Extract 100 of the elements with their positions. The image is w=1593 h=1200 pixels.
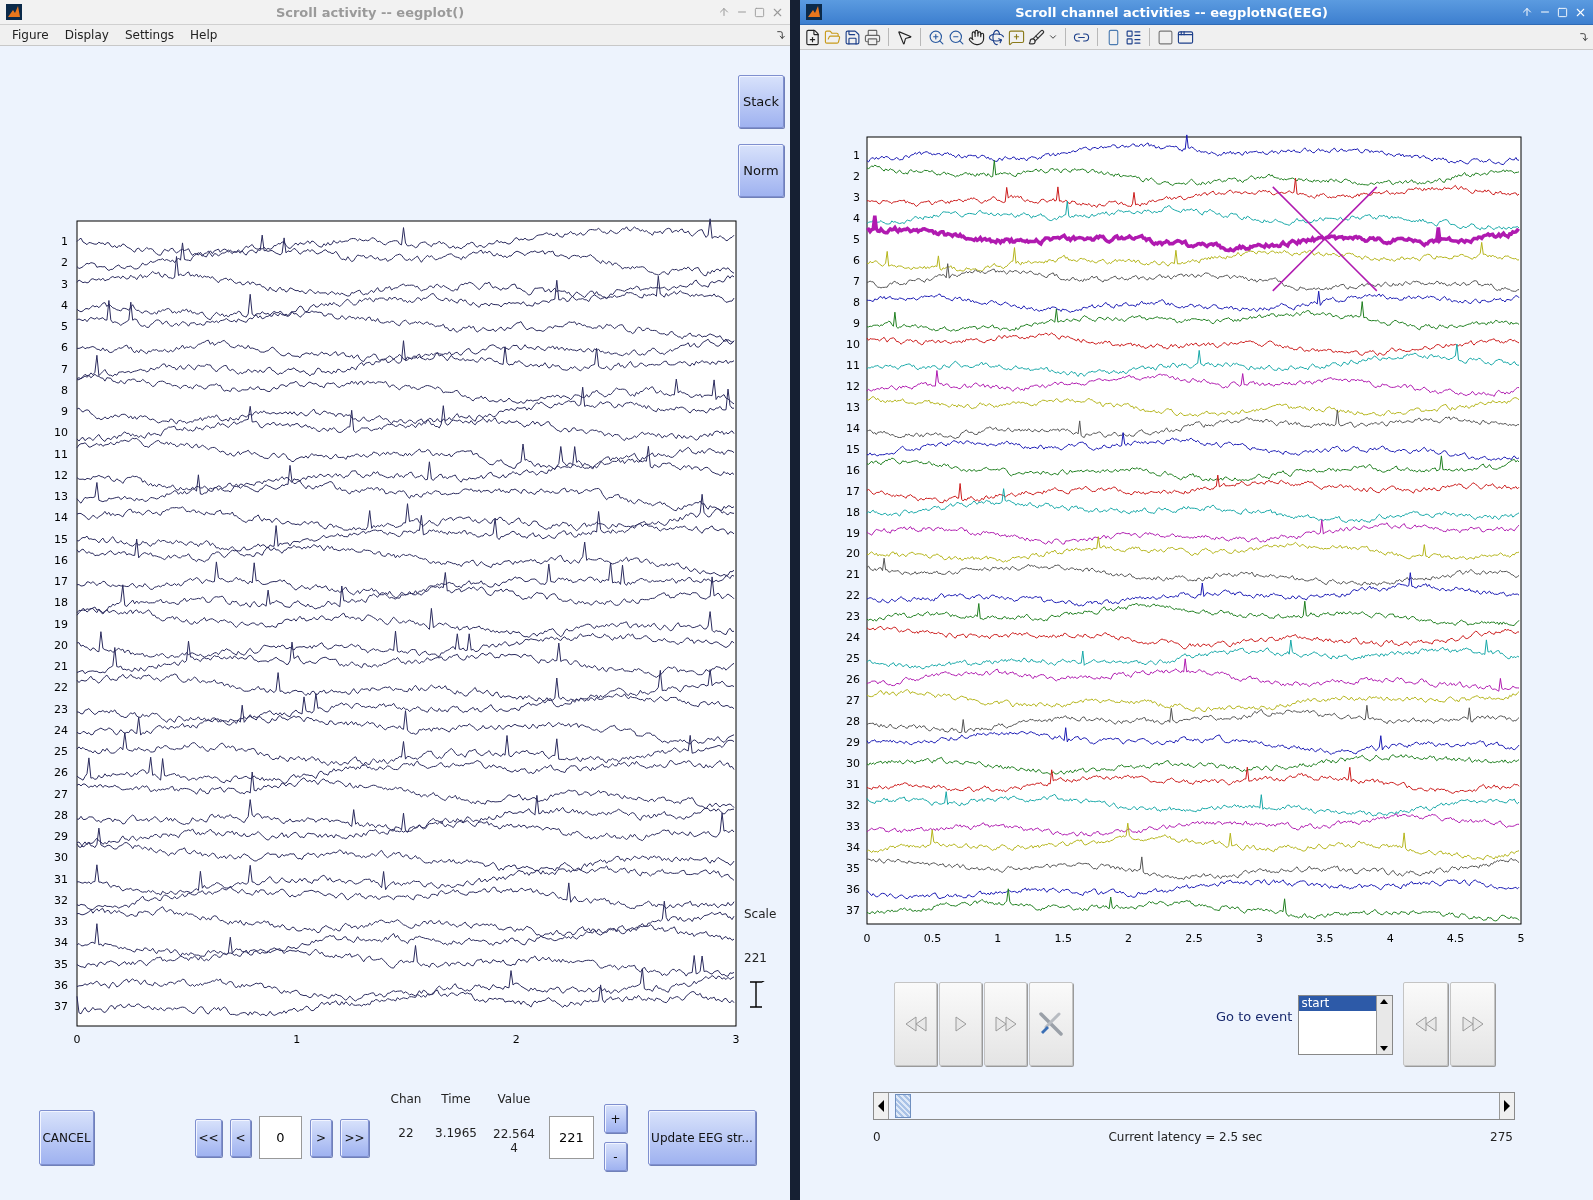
- channel-label: 12: [846, 379, 860, 393]
- printer-icon[interactable]: [864, 28, 881, 46]
- scale-step-button[interactable]: -: [604, 1142, 627, 1171]
- channel-label: 20: [54, 638, 68, 652]
- channel-label: 9: [853, 316, 860, 330]
- menu-item[interactable]: Figure: [4, 28, 57, 42]
- channel-label: 32: [846, 799, 860, 813]
- channel-label: 3: [853, 190, 860, 204]
- channel-label: 30: [54, 851, 68, 865]
- channel-label: 11: [846, 358, 860, 372]
- scale-value: 221: [744, 951, 767, 965]
- right-arrow-icon: [1503, 1099, 1511, 1113]
- event-item[interactable]: start: [1299, 996, 1377, 1011]
- channel-label: 20: [846, 547, 860, 561]
- channel-label: 21: [54, 660, 68, 673]
- channel-label: 15: [846, 442, 860, 456]
- readout-header: Value: [496, 1091, 532, 1106]
- cancel-button[interactable]: CANCEL: [39, 1110, 94, 1165]
- slider-max-label: 275: [1490, 1130, 1513, 1144]
- event-list[interactable]: start: [1298, 995, 1394, 1055]
- forward-button[interactable]: >>: [340, 1118, 369, 1157]
- previous-event-button[interactable]: [1403, 982, 1449, 1066]
- channel-label: 36: [846, 883, 860, 897]
- data-cursor-icon[interactable]: [1008, 28, 1025, 46]
- window-title: Scroll activity -- eegplot(): [274, 4, 466, 20]
- channel-label: 27: [846, 694, 860, 708]
- update-button[interactable]: Update EEG str...: [648, 1110, 756, 1165]
- channel-label: 2: [61, 256, 68, 270]
- new-file-icon[interactable]: [804, 28, 821, 46]
- channel-label: 4: [853, 211, 860, 225]
- hand-icon[interactable]: [968, 28, 985, 46]
- app-logo-icon: [806, 4, 822, 20]
- x-tick-label: 0.5: [923, 932, 942, 945]
- scale-bar-icon: [747, 981, 767, 1008]
- channel-label: 31: [54, 872, 68, 886]
- channel-label: 2: [853, 169, 860, 183]
- x-tick-label: 2: [1125, 932, 1133, 945]
- save-icon[interactable]: [844, 28, 861, 46]
- dock-arrow-icon[interactable]: [1579, 32, 1589, 42]
- zoom-in-icon[interactable]: [928, 28, 945, 46]
- dock-arrow-icon[interactable]: [776, 30, 786, 40]
- app-logo-icon: [6, 4, 22, 20]
- window-icon[interactable]: [1177, 28, 1194, 46]
- back-button[interactable]: <: [230, 1118, 251, 1157]
- settings-button[interactable]: [1029, 982, 1073, 1066]
- menu-item[interactable]: Help: [182, 28, 226, 42]
- rotate-icon[interactable]: [988, 28, 1005, 46]
- slider-min-label: 0: [873, 1130, 881, 1144]
- slider-thumb[interactable]: [894, 1094, 911, 1118]
- latency-text: Current latency = 2.5 sec: [1108, 1130, 1263, 1144]
- channel-label: 19: [846, 526, 860, 540]
- channel-label: 5: [853, 232, 860, 246]
- position-field[interactable]: 0: [259, 1116, 302, 1159]
- left-arrow-icon: [877, 1099, 885, 1113]
- side-button[interactable]: Stack: [738, 75, 784, 128]
- channel-label: 29: [846, 736, 860, 750]
- scroll-left-button[interactable]: [874, 1093, 888, 1119]
- channel-label: 14: [54, 511, 68, 525]
- channel-label: 8: [853, 295, 860, 309]
- wrench-screwdriver-icon: [1037, 1010, 1065, 1038]
- x-tick-label: 3: [732, 1033, 740, 1046]
- double-right-triangle-icon: [994, 1015, 1017, 1033]
- channel-label: 18: [846, 505, 860, 519]
- scale-field[interactable]: 221: [549, 1116, 594, 1159]
- readout-value: 3.1965: [434, 1125, 478, 1140]
- readout-value: 22: [397, 1125, 415, 1140]
- x-tick-label: 5: [1517, 932, 1525, 945]
- back-button[interactable]: <<: [195, 1118, 222, 1157]
- next-event-button[interactable]: [1450, 982, 1496, 1066]
- readout-value: 22.5644: [492, 1127, 536, 1156]
- channel-label: 13: [846, 400, 860, 414]
- channel-label: 35: [54, 957, 68, 971]
- channel-label: 36: [54, 978, 68, 992]
- channel-label: 18: [54, 596, 68, 610]
- legend-icon[interactable]: [1125, 28, 1142, 46]
- brush-icon[interactable]: [1028, 28, 1045, 46]
- right-triangle-icon: [954, 1015, 967, 1033]
- channel-label: 14: [846, 421, 860, 435]
- channel-label: 28: [846, 715, 860, 729]
- dropdown-caret-icon[interactable]: [1048, 32, 1058, 42]
- menu-item[interactable]: Settings: [116, 28, 183, 42]
- channel-label: 6: [853, 253, 860, 267]
- scale-step-button[interactable]: +: [604, 1104, 627, 1133]
- x-tick-label: 2.5: [1185, 932, 1203, 945]
- scroll-right-button[interactable]: [1500, 1093, 1514, 1119]
- x-tick-label: 1: [293, 1033, 301, 1046]
- menu-item[interactable]: Display: [56, 28, 117, 42]
- x-tick-label: 1: [994, 932, 1002, 945]
- maximize-icon[interactable]: [754, 6, 765, 18]
- forward-button[interactable]: >: [310, 1118, 332, 1157]
- side-button[interactable]: Norm: [738, 144, 784, 197]
- x-tick-label: 3: [1255, 932, 1263, 945]
- x-tick-label: 4.5: [1446, 932, 1465, 945]
- arrow-up-icon[interactable]: [1521, 6, 1533, 18]
- channel-label: 25: [846, 652, 860, 666]
- readout-header: Chan: [389, 1091, 423, 1106]
- pointer-icon[interactable]: [896, 28, 913, 46]
- channel-label: 10: [846, 337, 860, 351]
- channel-label: 24: [846, 631, 860, 645]
- zoom-out-icon[interactable]: [948, 28, 965, 46]
